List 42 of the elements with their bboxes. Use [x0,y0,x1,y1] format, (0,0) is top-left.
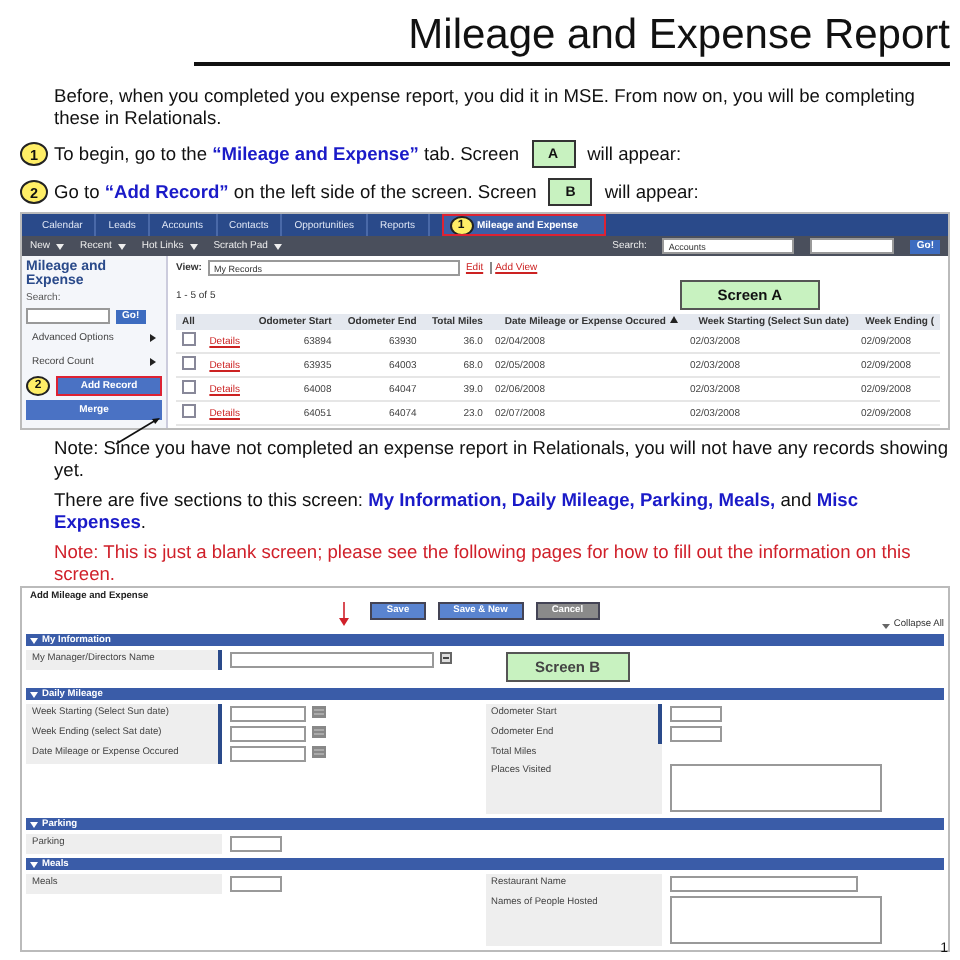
caret-icon [30,821,38,827]
caret-icon [273,243,282,249]
caret-icon [56,243,65,249]
step-text: Go to “Add Record” on the left side of the screen. Screen [54,182,537,202]
pointer-arrow [339,602,349,626]
calendar-icon[interactable] [312,706,326,718]
input-field[interactable] [230,652,434,668]
caret-icon [189,243,198,249]
arrow-icon [150,358,156,366]
input-field[interactable] [230,876,282,892]
step-text: will appear: [587,144,682,164]
caret-icon [30,861,38,867]
note-text: Note: This is just a blank screen; please see the following pages for how to fill out the information on this screen. [54,542,913,584]
date-field[interactable] [230,706,306,722]
input-field[interactable] [230,836,282,852]
note-text: Note: Since you have not completed an expense report in Relationals, you will not have any records showing yet. [54,438,950,480]
intro-text: Before, when you completed you expense report, you did it in MSE. From now on, you will be completing these in Relationals. [54,86,917,130]
step-text: will appear: [604,182,699,202]
search-field[interactable] [810,238,895,254]
row-checkbox[interactable] [182,356,196,370]
input-field[interactable] [669,706,721,722]
input-field[interactable] [669,876,857,892]
date-field[interactable] [230,746,306,762]
calendar-icon[interactable] [312,726,326,738]
lookup-icon[interactable] [440,652,452,664]
text-area[interactable] [669,764,881,812]
input-field[interactable] [669,726,721,742]
calendar-icon[interactable] [312,746,326,758]
step-text: To begin, go to the “Mileage and Expense” tab. Screen [54,144,520,164]
page-title: Mileage and Expense Report [408,12,950,60]
row-checkbox[interactable] [182,380,196,394]
caret-icon [117,243,126,249]
caret-icon [30,637,38,643]
arrow-icon [150,334,156,342]
search-field[interactable] [26,308,110,324]
caret-icon [881,621,890,629]
caret-icon [30,691,38,697]
note-text: There are five sections to this screen: My Information, Daily Mileage, Parking, Meals, and Misc Expenses. [54,490,861,532]
date-field[interactable] [230,726,306,742]
row-checkbox[interactable] [182,332,196,346]
row-checkbox[interactable] [182,404,196,418]
text-area[interactable] [669,896,881,944]
